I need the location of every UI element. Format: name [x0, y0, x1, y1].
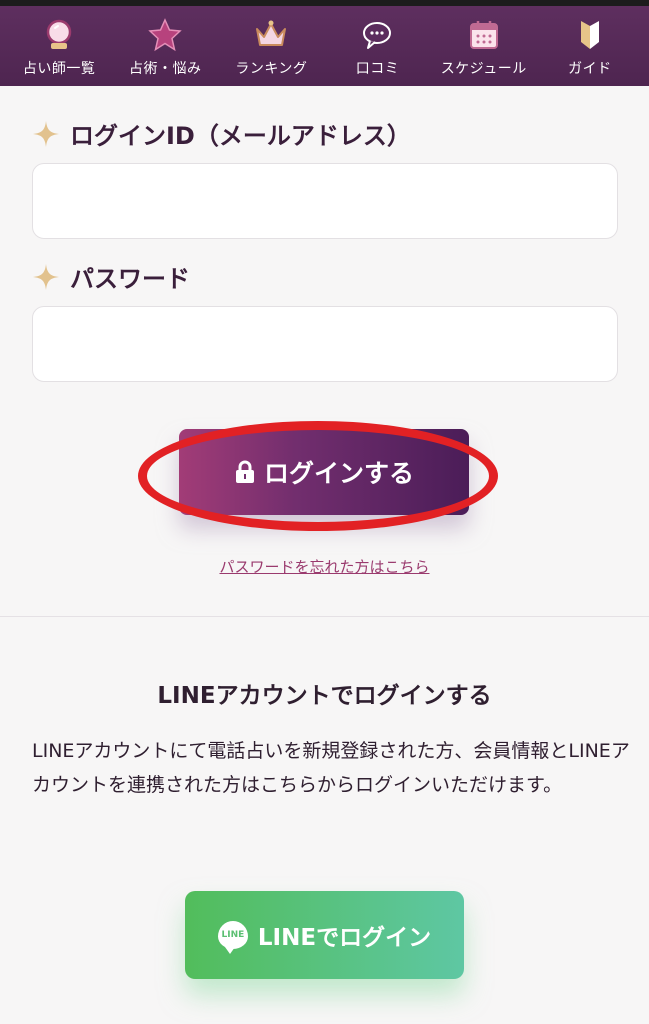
password-label: パスワード	[32, 259, 190, 294]
line-section-description: LINEアカウントにて電話占いを新規登録された方、会員情報とLINEアカウントを…	[32, 740, 630, 796]
crystal-ball-icon	[46, 19, 72, 49]
line-section-title: LINEアカウントでログインする	[157, 683, 492, 709]
password-label-text: パスワード	[70, 265, 190, 293]
forgot-password-link[interactable]: パスワードを忘れた方はこちら	[0, 556, 649, 577]
line-logo-icon: LINE	[217, 921, 248, 954]
nav-label: 占い師一覧	[22, 61, 96, 77]
line-login-button-label: LINEでログイン	[257, 925, 432, 951]
nav-item-fortune-tellers[interactable]: 占い師一覧	[9, 6, 109, 78]
nav-label: ガイド	[568, 61, 612, 77]
annotation-ellipse	[138, 421, 498, 531]
top-navigation: 占い師一覧 占術・悩み ランキング 口コミ スケジュール ガイド	[0, 6, 649, 86]
password-input[interactable]	[32, 306, 618, 382]
line-login-button[interactable]: LINE LINEでログイン	[185, 891, 464, 979]
nav-item-divination[interactable]: 占術・悩み	[115, 6, 215, 78]
sparkle-icon	[33, 263, 59, 290]
login-id-input[interactable]	[32, 163, 618, 239]
nav-item-schedule[interactable]: スケジュール	[434, 6, 534, 78]
nav-item-guide[interactable]: ガイド	[540, 6, 640, 78]
crown-icon	[256, 20, 287, 46]
sparkle-icon	[33, 120, 59, 147]
login-id-label: ログインID（メールアドレス）	[32, 116, 411, 151]
calendar-icon	[469, 21, 498, 49]
login-id-label-text: ログインID（メールアドレス）	[70, 122, 411, 150]
nav-label: ランキング	[235, 61, 308, 77]
nav-label: 占術・悩み	[128, 61, 202, 77]
speech-bubble-icon	[362, 22, 391, 49]
section-divider	[0, 616, 649, 617]
nav-item-reviews[interactable]: 口コミ	[328, 6, 428, 78]
nav-label: スケジュール	[440, 61, 527, 77]
beginner-mark-icon	[580, 21, 599, 49]
nav-label: 口コミ	[355, 61, 400, 77]
nav-item-ranking[interactable]: ランキング	[221, 6, 321, 78]
star-icon	[148, 18, 182, 52]
